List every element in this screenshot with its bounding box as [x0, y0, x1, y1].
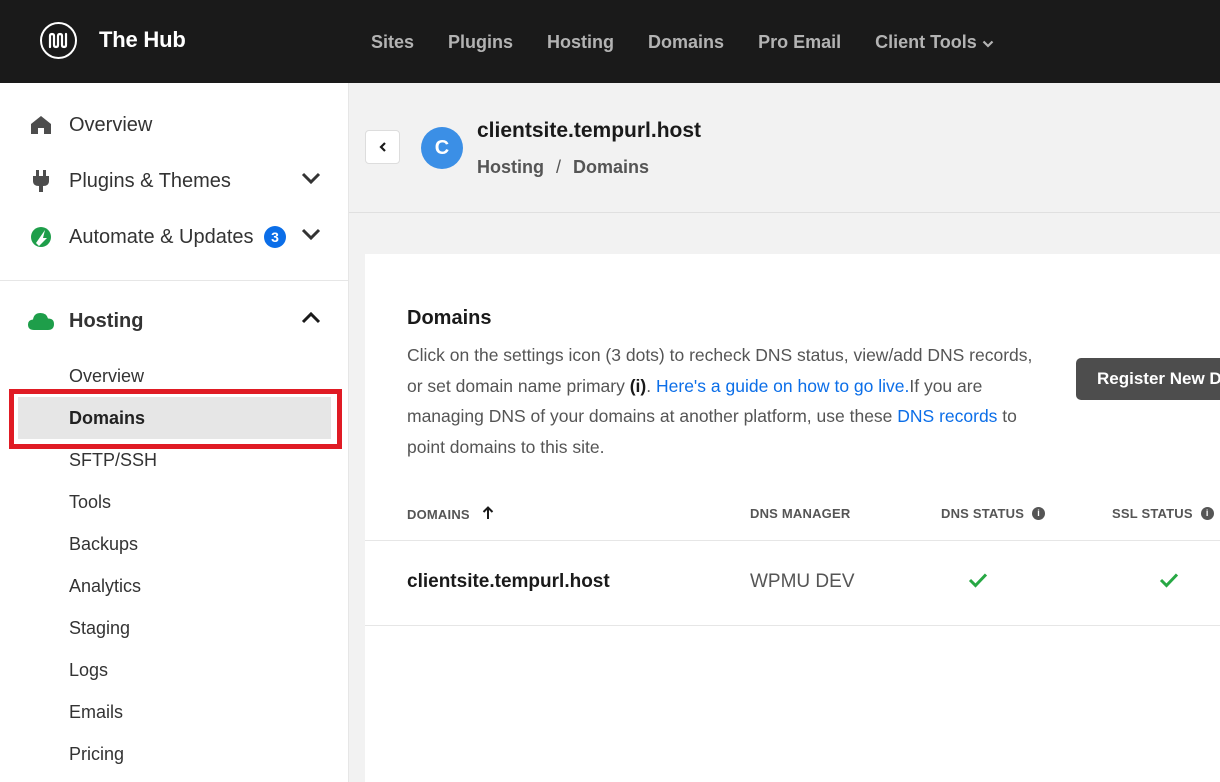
desc-bold-text: (i)	[629, 375, 647, 396]
ssl-status-check-icon	[1159, 572, 1179, 593]
card-title: Domains	[407, 307, 492, 329]
nav-client-tools[interactable]: Client Tools	[875, 31, 994, 53]
sidebar-sub-label: Pricing	[69, 744, 125, 764]
nav-label: Sites	[371, 31, 415, 52]
dns-status-check-icon	[968, 572, 988, 593]
info-icon[interactable]: i	[1032, 507, 1046, 520]
sidebar-sub-sftp-ssh[interactable]: SFTP/SSH	[0, 439, 348, 481]
brand-name[interactable]: The Hub	[99, 27, 186, 53]
column-header-label: DNS MANAGER	[750, 506, 851, 521]
updates-count-badge: 3	[264, 226, 286, 248]
card-description: Click on the settings icon (3 dots) to r…	[407, 340, 1047, 463]
sidebar-item-label: Automate & Updates	[69, 225, 254, 248]
sidebar-item-plugins-themes[interactable]: Plugins & Themes	[0, 161, 348, 201]
back-button[interactable]	[365, 130, 400, 164]
top-bar: The Hub Sites Plugins Hosting Domains Pr…	[0, 0, 1220, 83]
site-avatar: C	[421, 127, 463, 169]
sidebar-sub-emails[interactable]: Emails	[0, 691, 348, 733]
sidebar-item-automate-updates[interactable]: Automate & Updates 3	[0, 217, 348, 257]
sidebar-sub-domains[interactable]: Domains	[18, 397, 331, 439]
sidebar-sub-label: Backups	[69, 534, 139, 554]
chevron-left-icon	[378, 142, 386, 152]
breadcrumb-separator: /	[556, 157, 562, 177]
chevron-down-icon[interactable]	[301, 227, 321, 246]
desc-text: .	[646, 375, 656, 396]
nav-label: Plugins	[448, 31, 514, 52]
breadcrumb: Hosting / Domains	[477, 157, 649, 178]
sidebar-sub-backups[interactable]: Backups	[0, 523, 348, 565]
sidebar-item-label: Overview	[69, 113, 153, 136]
sidebar-top-group: Overview Plugins & Themes Automate & Upd…	[0, 83, 348, 281]
sidebar-item-overview[interactable]: Overview	[0, 105, 348, 145]
chevron-up-icon[interactable]	[301, 311, 321, 330]
sidebar-sub-label: Emails	[69, 702, 124, 722]
nav-domains[interactable]: Domains	[648, 31, 724, 53]
nav-label: Domains	[648, 31, 725, 52]
sidebar-sub-staging[interactable]: Staging	[0, 607, 348, 649]
chevron-down-icon	[982, 32, 994, 53]
sidebar-sub-label: Overview	[69, 366, 145, 386]
nav-hosting[interactable]: Hosting	[547, 31, 614, 53]
nav-label: Client Tools	[875, 31, 977, 52]
table-cell-domain[interactable]: clientsite.tempurl.host	[407, 571, 610, 593]
sidebar-sub-pricing[interactable]: Pricing	[0, 733, 348, 775]
cloud-icon	[27, 310, 55, 332]
nav-label: Hosting	[547, 31, 615, 52]
nav-plugins[interactable]: Plugins	[448, 31, 513, 53]
sidebar-sub-label: Domains	[69, 408, 146, 428]
breadcrumb-domains: Domains	[573, 157, 650, 177]
sidebar-sub-analytics[interactable]: Analytics	[0, 565, 348, 607]
sidebar-item-label: Plugins & Themes	[69, 169, 231, 192]
go-live-guide-link[interactable]: Here's a guide on how to go live.	[656, 376, 909, 396]
sidebar-sub-label: Logs	[69, 660, 109, 680]
chevron-down-icon[interactable]	[301, 171, 321, 190]
column-header-domains[interactable]: DOMAINS	[407, 506, 494, 523]
column-header-label: DOMAINS	[407, 507, 470, 522]
column-header-ssl-status: SSL STATUS i	[1112, 506, 1214, 521]
sidebar-sub-tools[interactable]: Tools	[0, 481, 348, 523]
sidebar-section-label: Hosting	[69, 309, 144, 332]
nav-sites[interactable]: Sites	[371, 31, 414, 53]
column-header-label: DNS STATUS	[941, 506, 1025, 521]
column-header-label: SSL STATUS	[1112, 506, 1193, 521]
nav-pro-email[interactable]: Pro Email	[758, 31, 841, 53]
hub-logo-icon[interactable]	[40, 22, 77, 59]
sidebar: Overview Plugins & Themes Automate & Upd…	[0, 83, 349, 782]
table-divider	[365, 540, 1220, 541]
sidebar-sub-logs[interactable]: Logs	[0, 649, 348, 691]
plug-icon	[30, 170, 52, 192]
sidebar-sub-label: SFTP/SSH	[69, 450, 158, 470]
sidebar-sub-overview[interactable]: Overview	[0, 355, 348, 397]
sidebar-sub-label: Staging	[69, 618, 131, 638]
site-title: clientsite.tempurl.host	[477, 119, 702, 142]
sidebar-sub-label: Analytics	[69, 576, 142, 596]
table-divider	[365, 625, 1220, 626]
automate-icon	[30, 226, 52, 248]
sidebar-sub-label: Tools	[69, 492, 112, 512]
sort-arrow-up-icon	[482, 506, 494, 523]
sidebar-section-hosting[interactable]: Hosting	[0, 301, 348, 341]
breadcrumb-hosting[interactable]: Hosting	[477, 157, 544, 177]
column-header-dns-manager: DNS MANAGER	[750, 506, 850, 521]
table-cell-dns-manager: WPMU DEV	[750, 571, 855, 592]
top-nav: Sites Plugins Hosting Domains Pro Email …	[371, 31, 1028, 53]
site-header	[349, 83, 1220, 213]
nav-label: Pro Email	[758, 31, 842, 52]
dns-records-link[interactable]: DNS records	[897, 406, 997, 426]
home-icon	[30, 114, 52, 136]
info-icon[interactable]: i	[1200, 507, 1214, 520]
column-header-dns-status: DNS STATUS i	[941, 506, 1046, 521]
register-new-domain-button[interactable]: Register New Domain	[1076, 358, 1220, 400]
